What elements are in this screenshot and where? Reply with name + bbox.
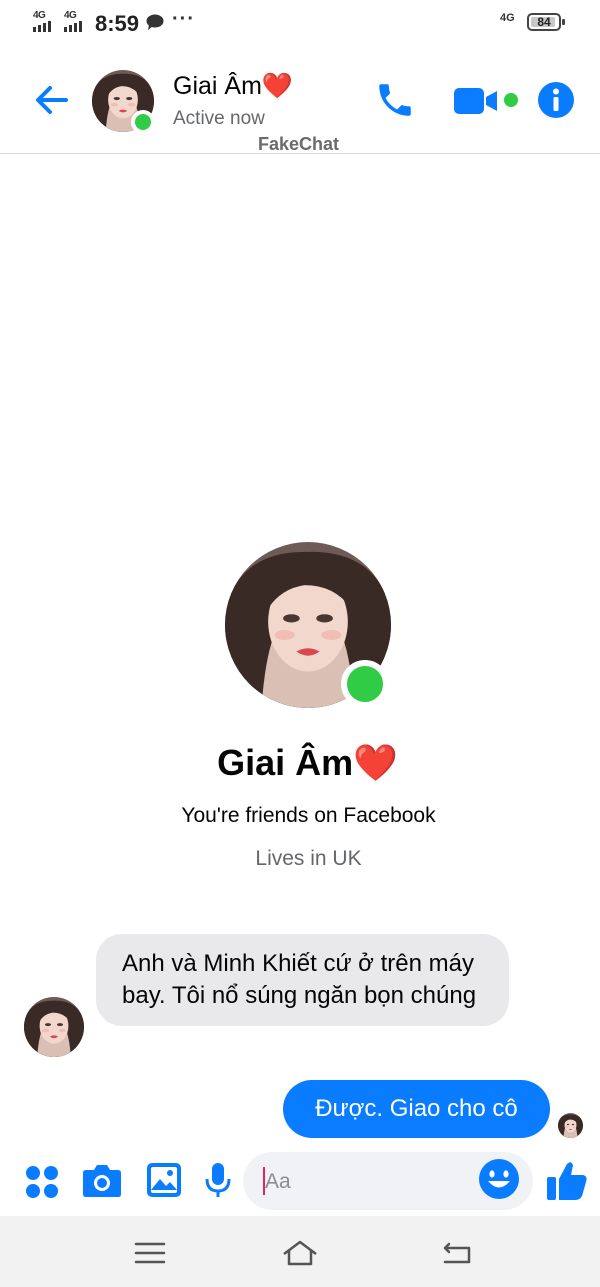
lives-in-text: Lives in UK [255,847,362,870]
profile-name-text: Giai Âm [217,742,354,783]
seen-image [558,1113,583,1138]
microphone-icon[interactable] [204,1162,232,1200]
active-status: Active now [173,108,265,129]
sender-image [24,997,84,1057]
notification-overflow: ··· [172,8,195,30]
message-input-placeholder: Aa [265,1170,291,1193]
system-nav-bar [0,1216,600,1287]
apps-grid-icon[interactable] [24,1164,60,1200]
incoming-message[interactable]: Anh và Minh Khiết cứ ở trên máy bay. Tôi… [96,934,509,1026]
battery-level: 84 [537,15,551,29]
outgoing-message[interactable]: Được. Giao cho cô [283,1080,550,1138]
watermark: FakeChat [258,134,340,154]
message-bubble-icon [146,14,164,30]
gallery-icon[interactable] [146,1162,182,1198]
phone-icon[interactable] [374,79,416,121]
menu-icon[interactable] [130,1238,170,1268]
profile-name: Giai Âm❤️ [0,742,600,784]
message-sender-avatar[interactable] [24,997,84,1057]
chat-header: Giai Âm❤️ Active now FakeChat [0,46,600,154]
home-icon[interactable] [280,1238,320,1268]
online-indicator [131,110,155,134]
seen-receipt-avatar [558,1113,583,1138]
battery-icon: 84 [527,13,565,31]
friends-text: You're friends on Facebook [181,804,436,827]
camera-icon[interactable] [82,1162,122,1198]
heart-emoji: ❤️ [261,72,294,100]
contact-name[interactable]: Giai Âm❤️ [173,72,293,101]
status-bar: 4G 4G 8:59 ··· 4G 84 [0,0,600,46]
emoji-icon[interactable] [478,1158,520,1200]
thumbs-up-icon[interactable] [545,1158,589,1202]
info-icon[interactable] [537,81,575,119]
sim1-label: 4G [33,10,46,21]
video-camera-icon[interactable] [454,86,498,116]
sim2-signal-icon: 4G [64,10,88,32]
sim2-label: 4G [64,10,77,21]
sim1-signal-icon: 4G [33,10,57,32]
profile-heart-emoji: ❤️ [353,742,398,783]
profile-online-indicator [341,660,389,708]
contact-name-text: Giai Âm [173,72,262,100]
back-arrow-icon[interactable] [32,80,72,120]
clock: 8:59 [95,11,140,36]
video-active-dot [504,93,518,107]
back-icon[interactable] [437,1238,477,1268]
network-type: 4G [500,12,515,24]
